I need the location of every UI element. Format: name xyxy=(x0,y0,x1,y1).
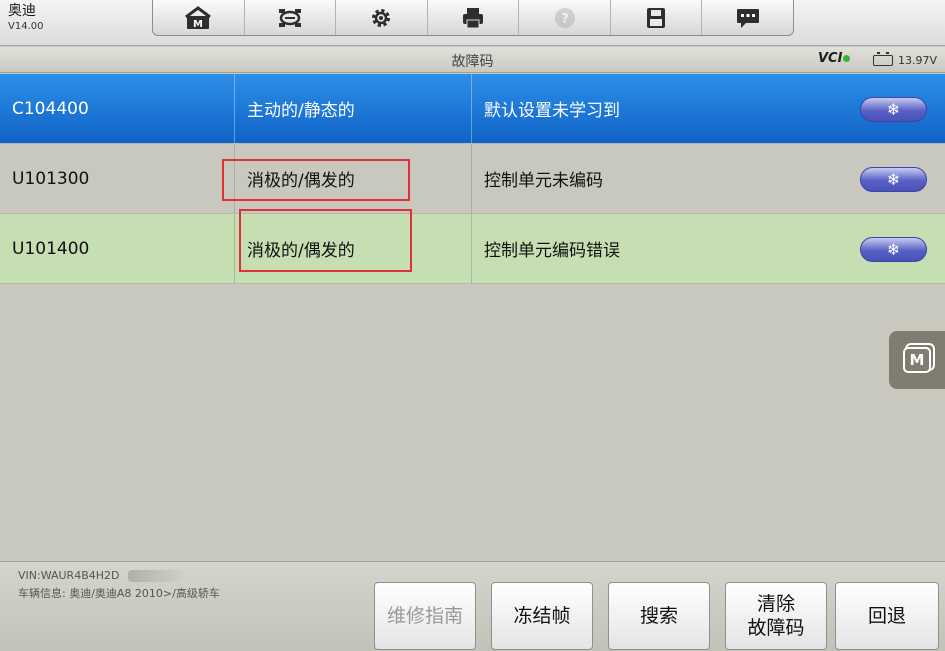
print-icon xyxy=(463,7,484,28)
battery-voltage: 13.97V xyxy=(898,54,938,67)
snowflake-icon: ❄ xyxy=(886,240,901,259)
table-row[interactable]: C104400 主动的/静态的 默认设置未学习到 ❄ xyxy=(0,74,945,144)
chat-icon xyxy=(736,8,759,28)
help-icon: ? xyxy=(554,7,575,28)
svg-text:?: ? xyxy=(561,12,569,27)
floating-menu-button[interactable]: M xyxy=(889,331,945,389)
save-icon xyxy=(647,7,666,28)
settings-button[interactable] xyxy=(336,0,428,35)
toolbar: M ? xyxy=(152,0,794,36)
title-bar: 故障码 VCI 13.97V xyxy=(0,47,945,73)
dtc-status: 消极的/偶发的 xyxy=(235,144,472,213)
brand-name: 奥迪 xyxy=(8,3,36,19)
back-button[interactable]: 回退 xyxy=(835,582,939,650)
freeze-frame-button[interactable]: ❄ xyxy=(860,167,927,192)
freeze-frame-data-button[interactable]: 冻结帧 xyxy=(491,582,593,650)
vin-redaction xyxy=(128,570,184,582)
snowflake-icon: ❄ xyxy=(886,100,901,119)
home-icon: M xyxy=(185,5,212,30)
vehicle-icon xyxy=(278,8,301,27)
freeze-frame-button[interactable]: ❄ xyxy=(860,97,927,122)
brand: 奥迪 V14.00 xyxy=(8,2,43,34)
search-button[interactable]: 搜索 xyxy=(608,582,710,650)
top-bar: 奥迪 V14.00 M ? xyxy=(0,0,945,46)
dtc-status: 消极的/偶发的 xyxy=(235,214,472,283)
freeze-frame-button[interactable]: ❄ xyxy=(860,237,927,262)
vehicle-info: 车辆信息: 奥迪/奥迪A8 2010>/高级轿车 xyxy=(18,587,220,600)
home-button[interactable]: M xyxy=(153,0,245,35)
snowflake-icon: ❄ xyxy=(886,170,901,189)
svg-text:M: M xyxy=(193,19,203,30)
dtc-code: U101300 xyxy=(0,144,235,213)
settings-icon xyxy=(372,8,391,27)
vin-label: VIN:WAUR4B4H2D xyxy=(18,569,120,582)
vehicle-button[interactable] xyxy=(245,0,337,35)
vci-status: VCI xyxy=(818,51,851,66)
repair-guide-button[interactable]: 维修指南 xyxy=(374,582,476,650)
bottom-bar: VIN:WAUR4B4H2D 车辆信息: 奥迪/奥迪A8 2010>/高级轿车 … xyxy=(0,561,945,651)
clear-codes-button[interactable]: 清除 故障码 xyxy=(725,582,827,650)
m-icon: M xyxy=(903,347,931,373)
print-button[interactable] xyxy=(428,0,520,35)
vci-connected-icon xyxy=(843,55,851,62)
software-version: V14.00 xyxy=(8,21,44,32)
dtc-table: C104400 主动的/静态的 默认设置未学习到 ❄ U101300 消极的/偶… xyxy=(0,74,945,284)
table-row[interactable]: U101400 消极的/偶发的 控制单元编码错误 ❄ xyxy=(0,214,945,284)
dtc-code: C104400 xyxy=(0,74,235,143)
table-row[interactable]: U101300 消极的/偶发的 控制单元未编码 ❄ xyxy=(0,144,945,214)
dtc-code: U101400 xyxy=(0,214,235,283)
help-button[interactable]: ? xyxy=(519,0,611,35)
chat-button[interactable] xyxy=(702,0,793,35)
dtc-status: 主动的/静态的 xyxy=(235,74,472,143)
vci-label: VCI xyxy=(818,51,843,66)
save-button[interactable] xyxy=(611,0,703,35)
page-title: 故障码 xyxy=(451,54,494,70)
battery-icon xyxy=(873,52,893,66)
